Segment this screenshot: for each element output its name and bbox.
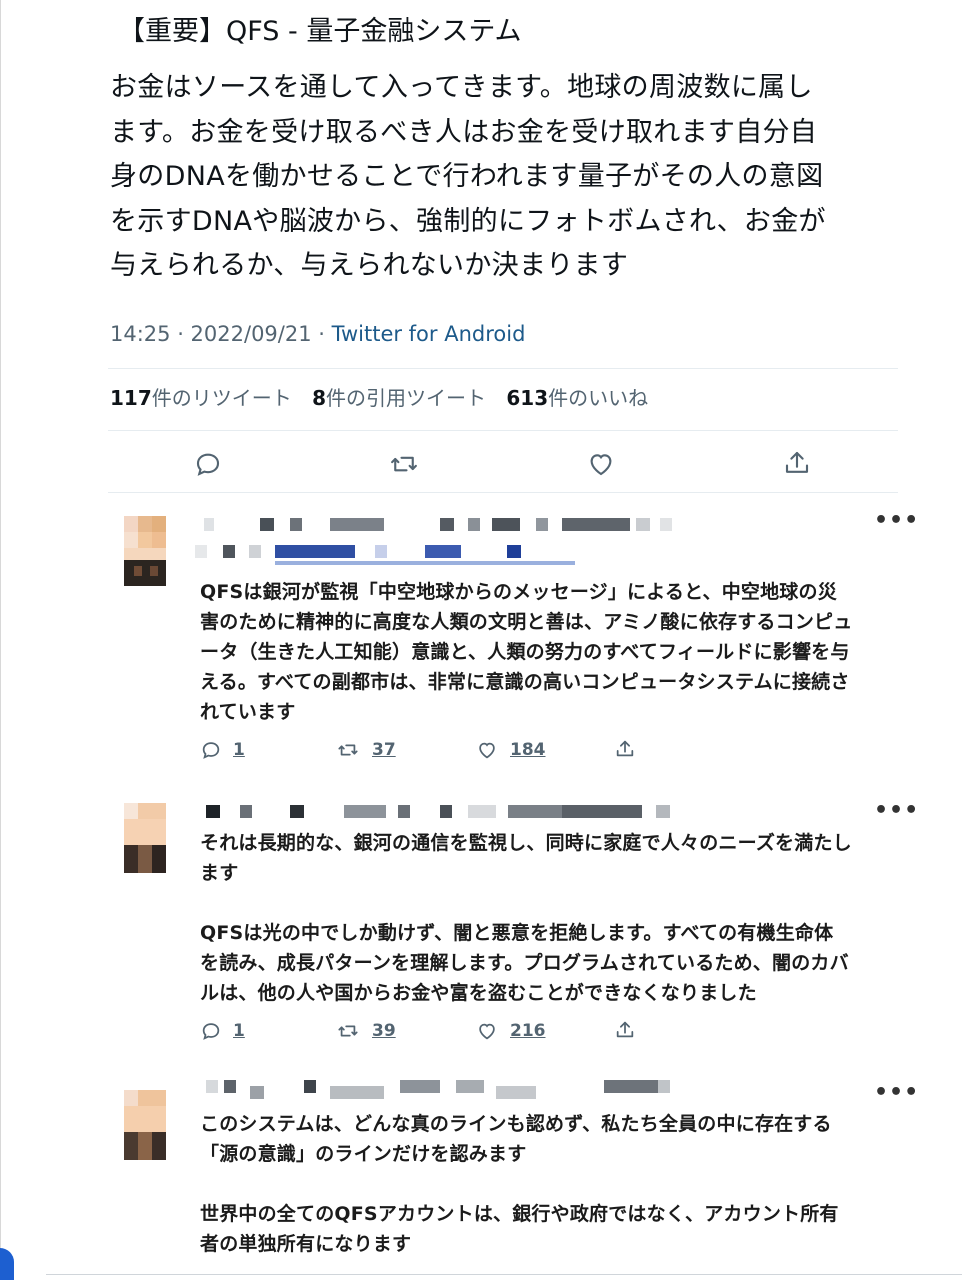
reply-line: 世界中の全てのQFSアカウントは、銀行や政府ではなく、アカウント所有 [200, 1203, 839, 1225]
reply-actions: 1 39 216 [200, 1019, 660, 1045]
like-icon[interactable] [586, 449, 616, 479]
reply-line: QFSは光の中でしか動けず、闇と悪意を拒絶します。すべての有機生命体 [200, 922, 834, 944]
reply-text: このシステムは、どんな真のラインも認めず、私たち全員の中に存在する 「源の意識」… [200, 1109, 900, 1259]
reply-line: このシステムは、どんな真のラインも認めず、私たち全員の中に存在する [200, 1113, 832, 1135]
avatar[interactable] [124, 1090, 176, 1162]
reply-text: QFSは銀河が監視「中空地球からのメッセージ」によると、中空地球の災 害のために… [200, 577, 900, 727]
more-options-button[interactable]: ••• [874, 508, 919, 533]
reply-line: QFSは銀河が監視「中空地球からのメッセージ」によると、中空地球の災 [200, 581, 837, 603]
reply-actions: 1 37 184 [200, 738, 660, 764]
share-icon[interactable] [614, 738, 636, 760]
tweet-body-line: お金はソースを通して入ってきます。地球の周波数に属し [110, 72, 813, 103]
retweet-icon[interactable] [389, 449, 419, 479]
reply-line: れています [200, 701, 296, 723]
tweet-body-line: を示すDNAや脳波から、強制的にフォトボムされ、お金が [110, 205, 826, 237]
tweet-body-line: 与えられるか、与えられないか決まります [110, 250, 629, 281]
quote-count: 8 [312, 386, 327, 410]
share-icon[interactable] [614, 1019, 636, 1041]
reply-count[interactable]: 1 [233, 740, 245, 760]
reply-line: ータ（生きた人工知能）意識と、人類の努力のすべてフィールドに影響を与 [200, 641, 850, 663]
divider [108, 492, 898, 493]
tweet-body-line: 身のDNAを働かせることで行われます量子がその人の意図 [110, 161, 824, 192]
tweet-stats: 117件のリツイート 8件の引用ツイート 613件のいいね [110, 383, 662, 413]
reply-icon[interactable] [193, 449, 223, 479]
reply-line [200, 888, 900, 918]
like-count[interactable]: 216 [510, 1021, 546, 1041]
quote-label: 件の引用ツイート [326, 386, 487, 410]
like-label: 件のいいね [548, 386, 649, 410]
avatar[interactable] [124, 516, 176, 588]
like-count: 613 [506, 386, 549, 410]
handle-redacted[interactable] [195, 545, 595, 569]
avatar[interactable] [124, 803, 176, 875]
retweet-label: 件のリツイート [151, 386, 292, 410]
reply-line: を読み、成長パターンを理解します。プログラムされているため、闇のカバ [200, 952, 849, 974]
reply-icon[interactable] [200, 1020, 222, 1042]
retweet-count: 117 [110, 386, 152, 410]
window-edge [0, 0, 1, 1280]
divider [108, 430, 898, 431]
retweet-icon[interactable] [337, 1020, 359, 1042]
tweet-heading: 【重要】QFS - 量子金融システム [118, 16, 522, 47]
share-icon[interactable] [782, 448, 812, 478]
reply-line: それは長期的な、銀河の通信を監視し、同時に家庭で人々のニーズを満たし [200, 832, 852, 854]
tweet-body: お金はソースを通して入ってきます。地球の周波数に属し ます。お金を受け取るべき人… [110, 66, 910, 289]
reply-line: える。すべての副都市は、非常に意識の高いコンピュータシステムに接続さ [200, 671, 850, 693]
tweet-timestamp[interactable]: 14:25 · 2022/09/21 · [110, 322, 332, 346]
retweet-count[interactable]: 37 [372, 740, 396, 760]
tweet-meta: 14:25 · 2022/09/21 · Twitter for Android [110, 318, 525, 350]
username-redacted[interactable] [200, 1080, 680, 1102]
retweet-count[interactable]: 39 [372, 1021, 396, 1041]
quote-stat[interactable]: 8件の引用ツイート [312, 386, 486, 410]
floating-button-edge[interactable] [0, 1248, 14, 1280]
like-icon[interactable] [476, 1020, 498, 1042]
more-options-button[interactable]: ••• [874, 798, 919, 823]
like-count[interactable]: 184 [510, 740, 546, 760]
divider [108, 368, 898, 369]
tweet-body-line: ます。お金を受け取るべき人はお金を受け取れます自分自 [110, 116, 818, 148]
tweet-source-link[interactable]: Twitter for Android [332, 322, 526, 346]
reply-line: 「源の意識」のラインだけを認みます [200, 1143, 527, 1165]
retweet-icon[interactable] [337, 739, 359, 761]
reply-count[interactable]: 1 [233, 1021, 245, 1041]
username-redacted[interactable] [200, 518, 680, 534]
retweet-stat[interactable]: 117件のリツイート [110, 386, 292, 410]
reply-line: 者の単独所有になります [200, 1233, 412, 1255]
more-options-button[interactable]: ••• [874, 1080, 919, 1105]
reply-line: ルは、他の人や国からお金や富を盗むことができなくなりました [200, 982, 757, 1004]
reply-line: 害のために精神的に高度な人類の文明と善は、アミノ酸に依存するコンピュ [200, 611, 853, 633]
reply-line [200, 1169, 900, 1199]
like-icon[interactable] [476, 739, 498, 761]
reply-line: ます [200, 862, 239, 884]
bottom-edge [46, 1274, 962, 1275]
reply-icon[interactable] [200, 739, 222, 761]
reply-text: それは長期的な、銀河の通信を監視し、同時に家庭で人々のニーズを満たし ます QF… [200, 828, 900, 1008]
username-redacted[interactable] [200, 805, 680, 821]
like-stat[interactable]: 613件のいいね [506, 386, 648, 410]
